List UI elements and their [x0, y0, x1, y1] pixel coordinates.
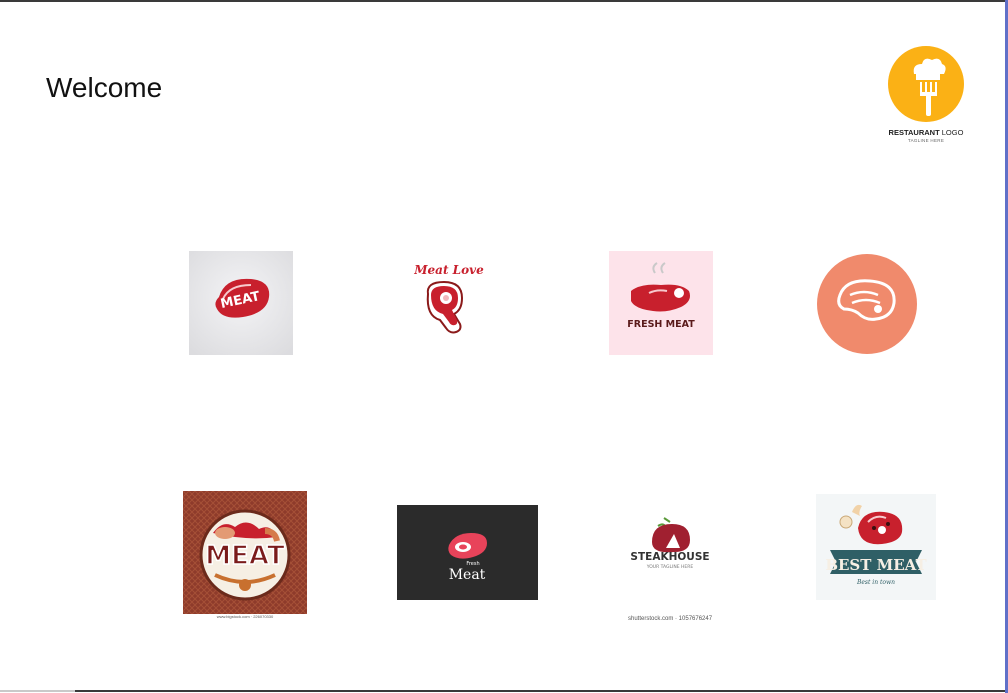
tile-subtext: Best in town [856, 579, 895, 586]
tile-text: BEST MEAT [825, 556, 927, 574]
logo-tile-fresh-meat[interactable]: FRESH MEAT [609, 251, 713, 355]
steak-logo-image [816, 253, 918, 355]
logo-tile-fresh-meat-dark[interactable]: Fresh Meat [397, 505, 538, 600]
tile-text: Meat [449, 567, 486, 583]
logo-tile-meat-badge[interactable]: MEAT www.bigstock.com · 226070330 [183, 491, 307, 622]
brand-name: RESTAURANT LOGO [888, 128, 964, 137]
image-credit: shutterstock.com · 1057676247 [628, 616, 713, 622]
scrollbar-track[interactable] [0, 690, 75, 692]
window-top-border [0, 0, 1008, 2]
tile-text: FRESH MEAT [627, 319, 695, 330]
steak-logo-image: Meat Love [404, 258, 494, 348]
steak-logo-image: MEAT [189, 251, 293, 355]
tile-subtext: YOUR TAGLINE HERE [646, 564, 694, 570]
steak-logo-image: Fresh Meat [397, 505, 538, 600]
brand-tagline: TAGLINE HERE [907, 138, 945, 143]
chef-hat-fork-icon [888, 46, 964, 122]
logo-tile-best-meat[interactable]: BEST MEAT Best in town [816, 494, 936, 600]
best-meat-logo-image: BEST MEAT Best in town [816, 494, 936, 600]
logo-tile-steak-circle[interactable] [816, 253, 918, 355]
meat-badge-image: MEAT [183, 491, 307, 614]
tile-text: STEAKHOUSE [630, 551, 709, 563]
tile-text: MEAT [205, 541, 285, 571]
tile-text: Meat Love [413, 263, 484, 277]
logo-tile-meat-oval[interactable]: MEAT [189, 251, 293, 355]
image-credit: www.bigstock.com · 226070330 [216, 614, 274, 619]
steakhouse-logo-image: STEAKHOUSE YOUR TAGLINE HERE [616, 508, 724, 578]
steak-logo-image: FRESH MEAT [609, 251, 713, 355]
restaurant-logo[interactable]: RESTAURANT LOGO TAGLINE HERE [884, 46, 968, 146]
welcome-heading: Welcome [46, 72, 163, 103]
logo-tile-steakhouse[interactable]: STEAKHOUSE YOUR TAGLINE HERE shutterstoc… [616, 508, 724, 626]
window-bottom-border [75, 690, 1005, 692]
logo-tile-meat-love[interactable]: Meat Love [404, 258, 494, 348]
